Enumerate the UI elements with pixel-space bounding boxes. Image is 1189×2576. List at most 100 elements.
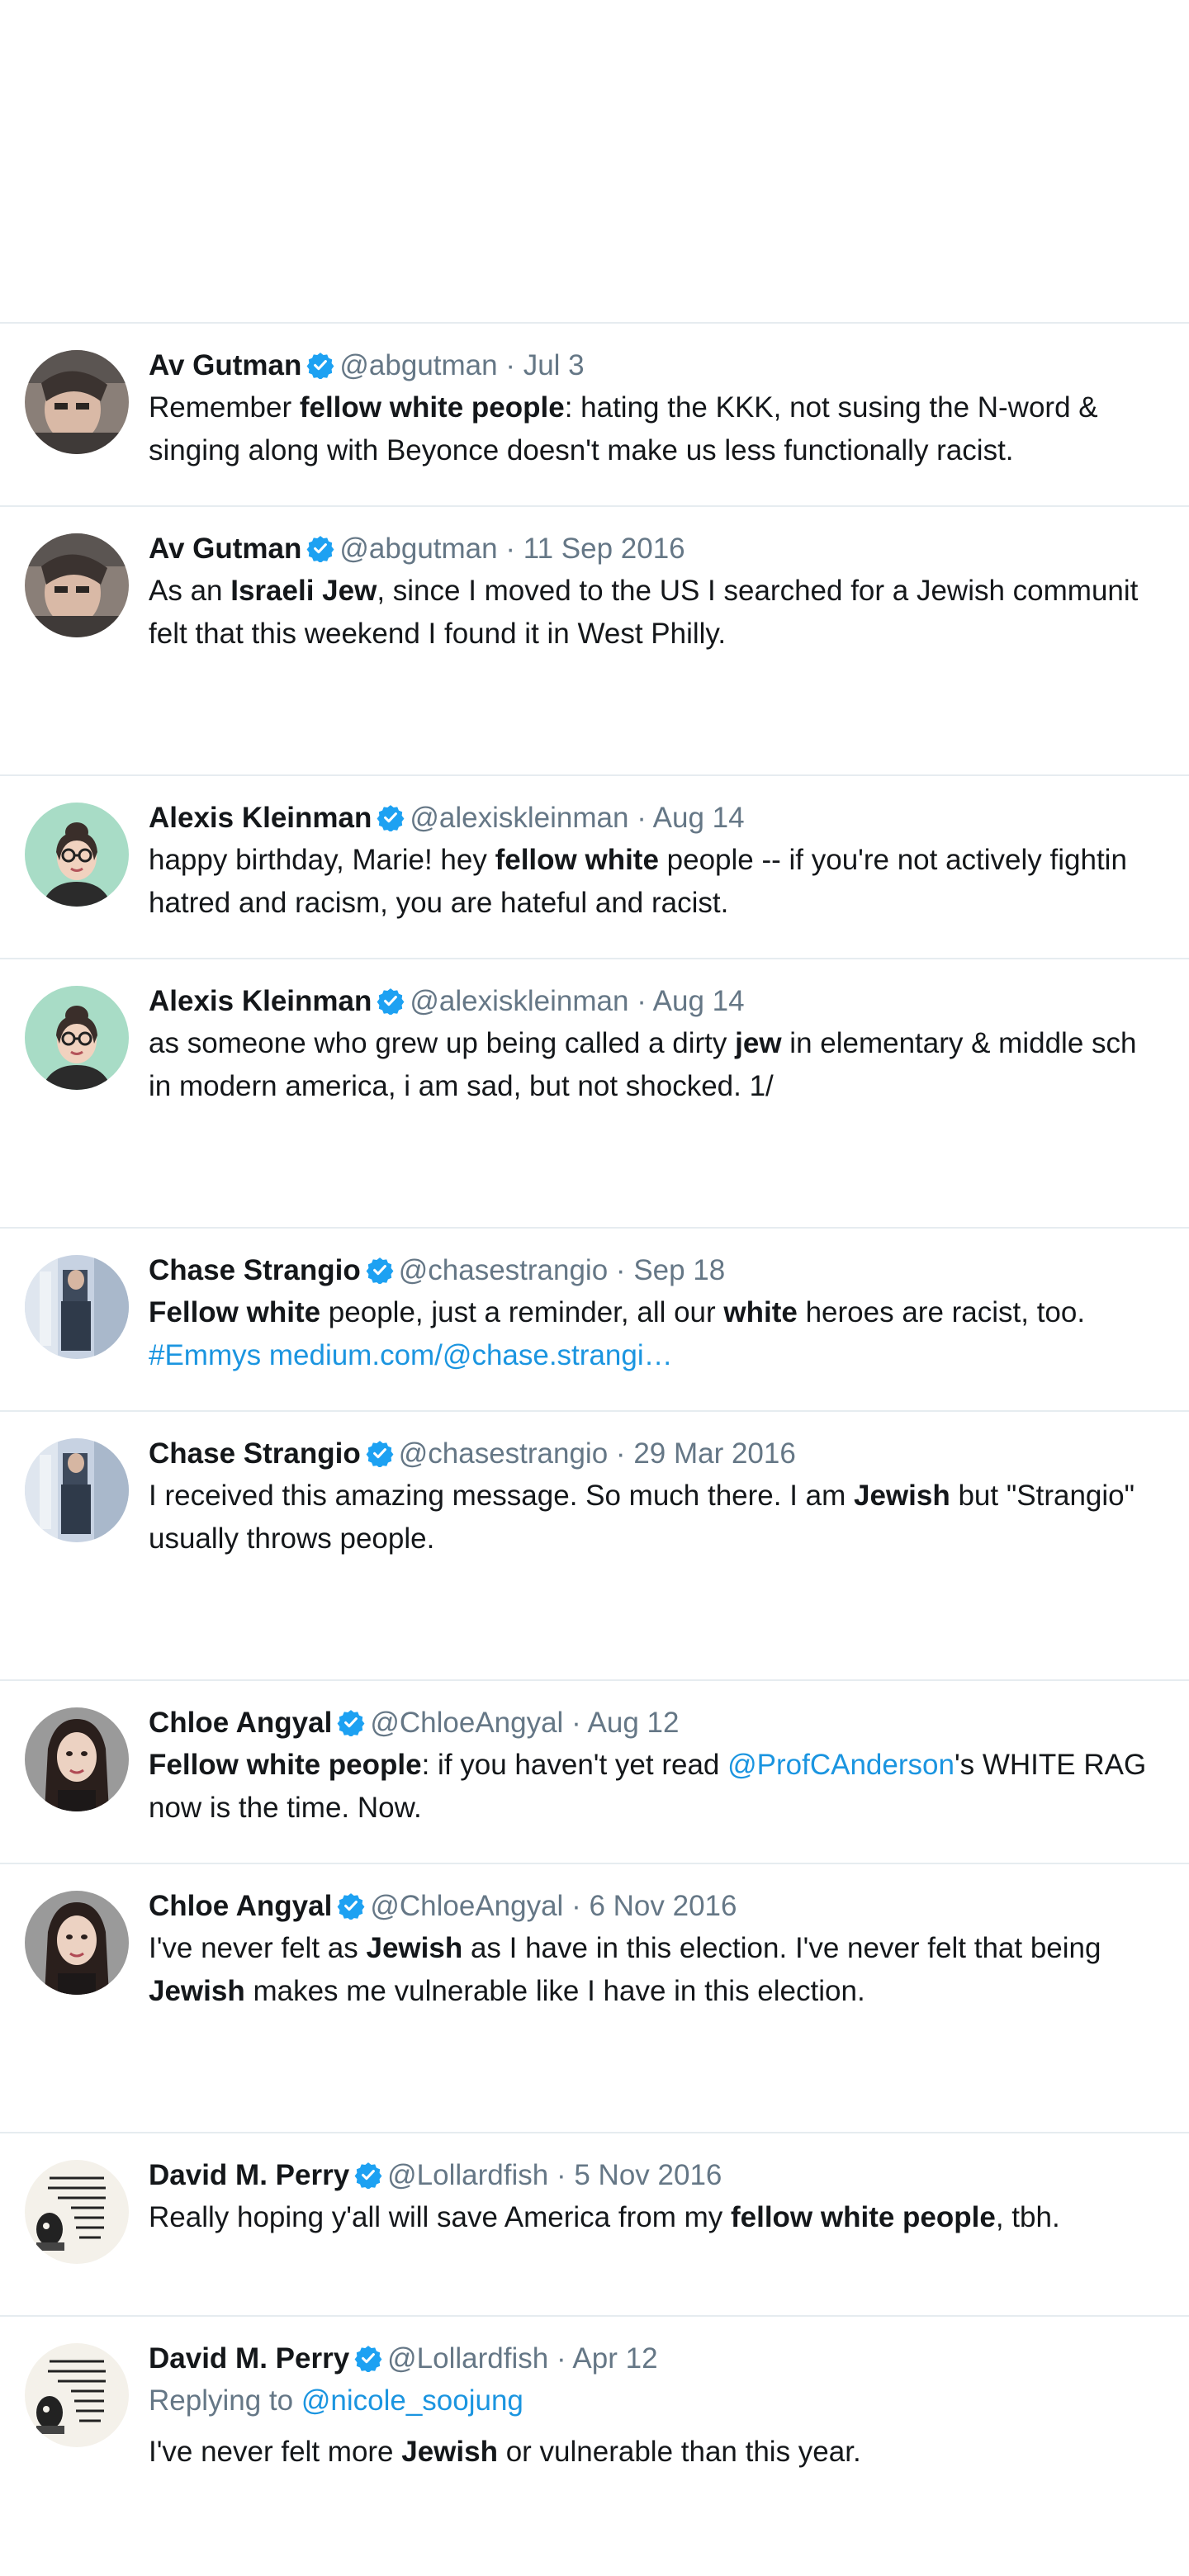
tweet-date[interactable]: Aug 14: [653, 802, 745, 834]
tweet-text-line: Fellow white people: if you haven't yet …: [149, 1744, 1189, 1787]
reply-to-handle[interactable]: @nicole_soojung: [301, 2384, 523, 2417]
separator-dot: ·: [615, 1437, 626, 1470]
tweet-header: Alexis Kleinman @alexiskleinman · Aug 14: [149, 981, 1189, 1022]
tweet-text-line: I've never felt as Jewish as I have in t…: [149, 1927, 1189, 1970]
tweet-card[interactable]: Alexis Kleinman @alexiskleinman · Aug 14 …: [0, 776, 1189, 958]
emphasis-text: white: [723, 1296, 798, 1328]
tweet-text: As an Israeli Jew, since I moved to the …: [149, 570, 1189, 656]
emphasis-text: jew: [735, 1027, 782, 1059]
tweet-text-segment: in elementary & middle sch: [781, 1027, 1137, 1059]
emphasis-text: Fellow white: [149, 1296, 321, 1328]
avatar[interactable]: [25, 986, 129, 1090]
tweet-text: Fellow white people, just a reminder, al…: [149, 1291, 1189, 1377]
author-handle[interactable]: @ChloeAngyal: [370, 1707, 563, 1739]
author-name[interactable]: Av Gutman: [149, 533, 301, 565]
tweet-date[interactable]: 11 Sep 2016: [523, 533, 685, 565]
tweet-text-segment: now is the time. Now.: [149, 1792, 422, 1824]
tweet-header: David M. Perry @Lollardfish · Apr 12: [149, 2338, 1189, 2379]
tweet-text-segment: [261, 1339, 269, 1371]
verified-badge-icon: [337, 1710, 365, 1736]
tweet-date[interactable]: Aug 14: [653, 985, 745, 1017]
author-handle[interactable]: @abgutman: [339, 533, 497, 565]
emphasis-text: Fellow white people: [149, 1749, 422, 1781]
tweet-date[interactable]: 5 Nov 2016: [574, 2159, 722, 2191]
author-name[interactable]: David M. Perry: [149, 2159, 349, 2191]
tweet-text: happy birthday, Marie! hey fellow white …: [149, 839, 1189, 925]
tweet-card[interactable]: Chloe Angyal @ChloeAngyal · Aug 12 Fellow…: [0, 1681, 1189, 1863]
tweet-header: Av Gutman @abgutman · Jul 3: [149, 345, 1189, 386]
tweet-date[interactable]: Sep 18: [633, 1254, 725, 1286]
author-handle[interactable]: @Lollardfish: [387, 2159, 548, 2191]
tweet-text-segment: : if you haven't yet read: [421, 1749, 728, 1781]
avatar[interactable]: [25, 1891, 129, 1995]
tweet-text-line: now is the time. Now.: [149, 1787, 1189, 1830]
tweet-text-segment: usually throws people.: [149, 1522, 435, 1555]
tweet-card[interactable]: Av Gutman @abgutman · 11 Sep 2016 As an I…: [0, 507, 1189, 774]
author-name[interactable]: Av Gutman: [149, 349, 301, 381]
tweet-text-line: #Emmys medium.com/@chase.strangi…: [149, 1334, 1189, 1377]
tweet-text-line: Fellow white people, just a reminder, al…: [149, 1291, 1189, 1334]
author-handle[interactable]: @alexiskleinman: [410, 802, 628, 834]
author-name[interactable]: Chloe Angyal: [149, 1707, 332, 1739]
tweet-card[interactable]: David M. Perry @Lollardfish · 5 Nov 2016 …: [0, 2133, 1189, 2315]
author-handle[interactable]: @Lollardfish: [387, 2342, 548, 2375]
avatar[interactable]: [25, 1255, 129, 1359]
tweet-card[interactable]: Chase Strangio @chasestrangio · 29 Mar 20…: [0, 1412, 1189, 1679]
author-name[interactable]: David M. Perry: [149, 2342, 349, 2375]
avatar[interactable]: [25, 350, 129, 454]
tweet-card[interactable]: Av Gutman @abgutman · Jul 3 Remember fell…: [0, 324, 1189, 505]
tweet-date[interactable]: Apr 12: [572, 2342, 657, 2375]
author-handle[interactable]: @chasestrangio: [399, 1437, 608, 1470]
avatar[interactable]: [25, 803, 129, 907]
tweet-text-segment: in modern america, i am sad, but not sho…: [149, 1070, 774, 1102]
tweet-header: Chloe Angyal @ChloeAngyal · Aug 12: [149, 1702, 1189, 1744]
tweet-card[interactable]: Alexis Kleinman @alexiskleinman · Aug 14 …: [0, 959, 1189, 1227]
tweet-text-segment: people, just a reminder, all our: [320, 1296, 724, 1328]
author-name[interactable]: Chloe Angyal: [149, 1890, 332, 1922]
tweet-text-line: As an Israeli Jew, since I moved to the …: [149, 570, 1189, 613]
tweet-link[interactable]: medium.com/@chase.strangi…: [269, 1339, 673, 1371]
tweet-text-segment: as someone who grew up being called a di…: [149, 1027, 736, 1059]
reply-label: Replying to: [149, 2384, 294, 2417]
author-name[interactable]: Alexis Kleinman: [149, 985, 372, 1017]
separator-dot: ·: [556, 2159, 566, 2191]
author-handle[interactable]: @ChloeAngyal: [370, 1890, 563, 1922]
tweet-text-segment: hatred and racism, you are hateful and r…: [149, 887, 729, 919]
emphasis-text: Jewish: [854, 1480, 950, 1512]
tweet-date[interactable]: Aug 12: [588, 1707, 680, 1739]
emphasis-text: Jewish: [149, 1975, 245, 2007]
author-name[interactable]: Chase Strangio: [149, 1437, 361, 1470]
author-handle[interactable]: @alexiskleinman: [410, 985, 628, 1017]
tweet-header: Chase Strangio @chasestrangio · Sep 18: [149, 1250, 1189, 1291]
avatar[interactable]: [25, 1707, 129, 1811]
tweet-date[interactable]: Jul 3: [523, 349, 585, 381]
tweet-card[interactable]: David M. Perry @Lollardfish · Apr 12 Repl…: [0, 2317, 1189, 2576]
tweet-date[interactable]: 29 Mar 2016: [633, 1437, 796, 1470]
tweet-text-segment: heroes are racist, too.: [797, 1296, 1086, 1328]
tweet-text-segment: , since I moved to the US I searched for…: [377, 575, 1139, 607]
tweet-text: Fellow white people: if you haven't yet …: [149, 1744, 1189, 1830]
tweet-card[interactable]: Chase Strangio @chasestrangio · Sep 18 Fe…: [0, 1229, 1189, 1410]
tweet-text-segment: 's WHITE RAG: [954, 1749, 1147, 1781]
author-handle[interactable]: @abgutman: [339, 349, 497, 381]
author-handle[interactable]: @chasestrangio: [399, 1254, 608, 1286]
tweet-link[interactable]: #Emmys: [149, 1339, 261, 1371]
author-name[interactable]: Alexis Kleinman: [149, 802, 372, 834]
emphasis-text: Jewish: [401, 2436, 498, 2468]
separator-dot: ·: [556, 2342, 566, 2375]
tweet-card[interactable]: Chloe Angyal @ChloeAngyal · 6 Nov 2016 I'…: [0, 1864, 1189, 2132]
emphasis-text: Israeli Jew: [230, 575, 377, 607]
avatar[interactable]: [25, 2160, 129, 2264]
tweet-link[interactable]: @ProfCAnderson: [727, 1749, 955, 1781]
tweet-text-line: Jewish makes me vulnerable like I have i…: [149, 1970, 1189, 2013]
tweet-date[interactable]: 6 Nov 2016: [589, 1890, 737, 1922]
tweet-text-line: Really hoping y'all will save America fr…: [149, 2196, 1189, 2239]
tweet-text-segment: I've never felt as: [149, 1932, 367, 1964]
tweet-text-segment: : hating the KKK, not susing the N-word …: [564, 391, 1098, 424]
tweet-text-segment: As an: [149, 575, 231, 607]
avatar[interactable]: [25, 1438, 129, 1542]
author-name[interactable]: Chase Strangio: [149, 1254, 361, 1286]
avatar[interactable]: [25, 2343, 129, 2447]
verified-badge-icon: [377, 805, 405, 831]
avatar[interactable]: [25, 533, 129, 637]
